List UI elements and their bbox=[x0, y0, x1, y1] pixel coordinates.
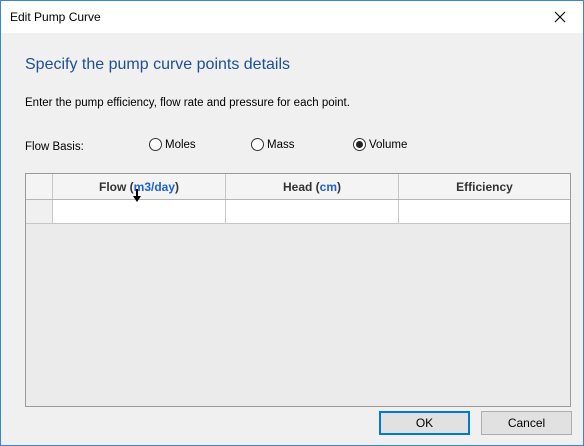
grid-header-row: Flow (m3/day) Head (cm) Efficiency bbox=[26, 174, 570, 200]
radio-circle[interactable] bbox=[251, 138, 264, 151]
window-title: Edit Pump Curve bbox=[10, 10, 101, 24]
close-button[interactable] bbox=[537, 1, 583, 33]
instructions-text: Enter the pump efficiency, flow rate and… bbox=[25, 97, 350, 109]
radio-moles-label: Moles bbox=[165, 138, 196, 151]
title-bar: Edit Pump Curve bbox=[1, 1, 583, 33]
column-head-unit: cm bbox=[319, 179, 338, 194]
radio-circle-selected[interactable] bbox=[353, 138, 366, 151]
pump-curve-grid[interactable]: Flow (m3/day) Head (cm) Efficiency bbox=[25, 173, 571, 407]
radio-mass-label: Mass bbox=[267, 138, 295, 151]
radio-volume[interactable]: Volume bbox=[353, 138, 407, 151]
radio-volume-label: Volume bbox=[369, 138, 408, 151]
row-header[interactable] bbox=[26, 200, 53, 223]
mouse-cursor-icon bbox=[133, 189, 141, 202]
ok-button[interactable]: OK bbox=[379, 411, 470, 435]
table-row[interactable] bbox=[26, 200, 570, 224]
close-icon bbox=[554, 11, 566, 23]
dialog-heading: Specify the pump curve points details bbox=[25, 56, 291, 73]
cancel-button[interactable]: Cancel bbox=[481, 411, 572, 435]
row-header-corner bbox=[26, 174, 53, 199]
head-cell[interactable] bbox=[226, 200, 399, 223]
flow-basis-label: Flow Basis: bbox=[25, 141, 84, 153]
flow-cell[interactable] bbox=[53, 200, 226, 223]
edit-pump-curve-dialog: Edit Pump Curve Specify the pump curve p… bbox=[0, 0, 584, 446]
radio-mass[interactable]: Mass bbox=[251, 138, 294, 151]
radio-dot bbox=[356, 141, 363, 148]
column-header-head[interactable]: Head (cm) bbox=[226, 174, 399, 199]
column-efficiency-name: Efficiency bbox=[456, 179, 513, 194]
radio-moles[interactable]: Moles bbox=[149, 138, 196, 151]
column-head-name: Head bbox=[282, 179, 313, 194]
column-header-efficiency[interactable]: Efficiency bbox=[399, 174, 570, 199]
column-flow-name: Flow bbox=[98, 179, 127, 194]
radio-circle[interactable] bbox=[149, 138, 162, 151]
efficiency-cell[interactable] bbox=[399, 200, 570, 223]
